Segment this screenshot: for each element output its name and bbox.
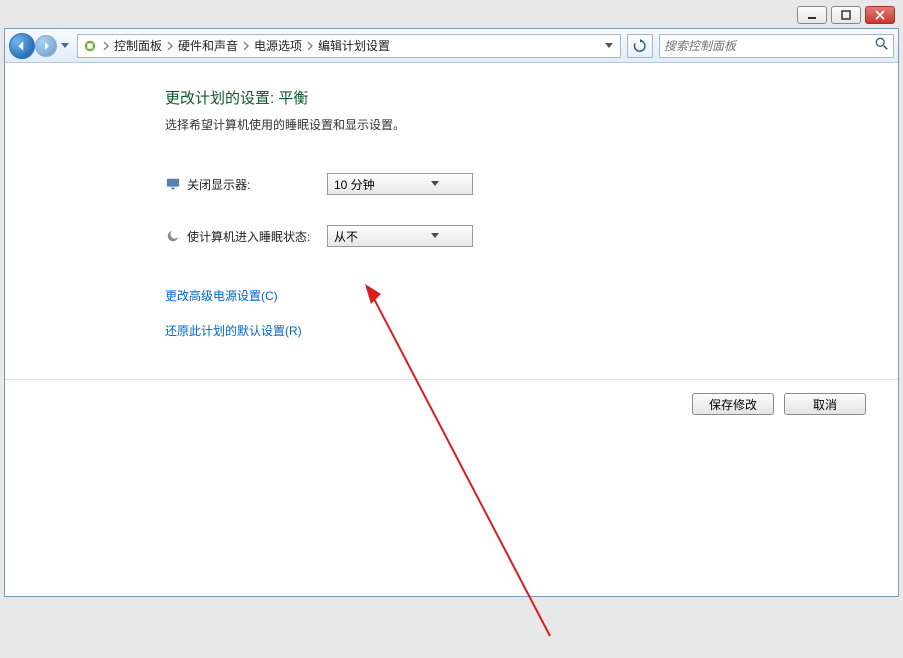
- option-sleep: 使计算机进入睡眠状态: 从不: [165, 225, 898, 247]
- back-button[interactable]: [9, 33, 35, 59]
- address-dropdown[interactable]: [602, 43, 616, 49]
- sleep-dropdown[interactable]: 从不: [327, 225, 473, 247]
- chevron-right-icon: [305, 42, 315, 50]
- option-label: 关闭显示器:: [187, 176, 327, 193]
- breadcrumb-item[interactable]: 编辑计划设置: [315, 37, 393, 54]
- turn-off-display-dropdown[interactable]: 10 分钟: [327, 173, 473, 195]
- chevron-down-icon: [401, 233, 468, 239]
- action-buttons: 保存修改 取消: [692, 393, 866, 415]
- moon-icon: [165, 228, 181, 244]
- chevron-right-icon: [165, 42, 175, 50]
- close-button[interactable]: [865, 6, 895, 24]
- minimize-button[interactable]: [797, 6, 827, 24]
- breadcrumb-item[interactable]: 电源选项: [251, 37, 305, 54]
- link-restore-defaults[interactable]: 还原此计划的默认设置(R): [165, 322, 898, 339]
- navbar: 控制面板 硬件和声音 电源选项 编辑计划设置: [5, 29, 898, 63]
- cancel-button[interactable]: 取消: [784, 393, 866, 415]
- save-button[interactable]: 保存修改: [692, 393, 774, 415]
- option-turn-off-display: 关闭显示器: 10 分钟: [165, 173, 898, 195]
- maximize-button[interactable]: [831, 6, 861, 24]
- monitor-icon: [165, 176, 181, 192]
- window-chrome-buttons: [797, 6, 895, 24]
- nav-history-dropdown[interactable]: [59, 43, 71, 49]
- chevron-right-icon: [241, 42, 251, 50]
- forward-button[interactable]: [35, 35, 57, 57]
- page-subtitle: 选择希望计算机使用的睡眠设置和显示设置。: [165, 116, 898, 133]
- page-title: 更改计划的设置: 平衡: [165, 87, 898, 108]
- link-advanced-power-settings[interactable]: 更改高级电源设置(C): [165, 287, 898, 304]
- option-label: 使计算机进入睡眠状态:: [187, 228, 327, 245]
- search-box[interactable]: [659, 34, 894, 58]
- search-input[interactable]: [664, 39, 875, 53]
- breadcrumb-item[interactable]: 硬件和声音: [175, 37, 241, 54]
- window: 控制面板 硬件和声音 电源选项 编辑计划设置: [4, 28, 899, 597]
- dropdown-value: 10 分钟: [334, 176, 401, 193]
- search-icon: [875, 37, 889, 54]
- dropdown-value: 从不: [334, 228, 401, 245]
- content-area: 更改计划的设置: 平衡 选择希望计算机使用的睡眠设置和显示设置。 关闭显示器: …: [5, 63, 898, 596]
- chevron-down-icon: [401, 181, 468, 187]
- control-panel-icon: [82, 38, 98, 54]
- refresh-button[interactable]: [627, 34, 653, 58]
- breadcrumb-item[interactable]: 控制面板: [111, 37, 165, 54]
- chevron-right-icon: [101, 42, 111, 50]
- address-bar[interactable]: 控制面板 硬件和声音 电源选项 编辑计划设置: [77, 34, 621, 58]
- separator: [5, 379, 898, 380]
